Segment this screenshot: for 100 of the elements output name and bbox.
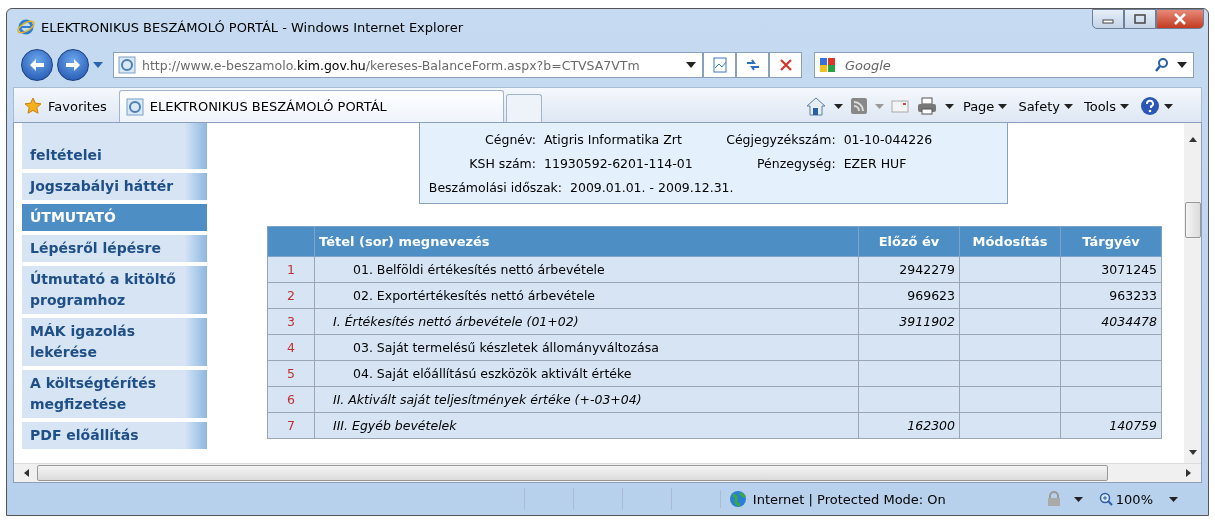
table-cell: 04. Saját előállítású eszközök aktivált értéke (314, 360, 859, 387)
window-title: ELEKTRONIKUS BESZÁMOLÓ PORTÁL - Windows Internet Explorer (41, 19, 464, 35)
header-cell (267, 226, 315, 257)
column-header: Tétel (sor) megnevezés (314, 226, 859, 257)
help-button[interactable] (1138, 96, 1175, 116)
feed-icon[interactable] (849, 97, 868, 115)
maximize-icon (1134, 14, 1146, 24)
row-number: 7 (267, 412, 315, 439)
back-button[interactable] (21, 49, 53, 81)
sidebar-link[interactable]: feltételei (22, 123, 207, 169)
field-label: Cégjegyzékszám: (725, 131, 837, 147)
forward-button[interactable] (57, 49, 89, 81)
home-icon[interactable] (804, 96, 827, 116)
star-icon (24, 97, 42, 115)
page-icon (118, 56, 136, 74)
scroll-down-icon[interactable] (1188, 450, 1197, 455)
menu-button[interactable]: Page (960, 98, 1010, 114)
caret-icon[interactable] (1073, 496, 1083, 502)
column-header: Előző év (858, 226, 960, 257)
close-icon (1173, 13, 1187, 25)
menu-button[interactable]: Safety (1016, 98, 1075, 114)
field-label: Pénzegység: (756, 155, 837, 171)
menu-button[interactable]: Tools (1081, 98, 1131, 114)
field-value: Atigris Informatika Zrt (544, 131, 683, 147)
caret-icon[interactable] (944, 103, 954, 109)
scroll-thumb[interactable] (1184, 202, 1201, 238)
stop-button[interactable] (769, 52, 802, 78)
caret-icon[interactable] (1169, 496, 1178, 502)
refresh-icon (744, 57, 761, 73)
broken-page-icon (711, 57, 728, 73)
printer-icon[interactable] (915, 96, 938, 116)
table-cell: 01. Belföldi értékesítés nettó árbevétele (314, 256, 859, 283)
caret-icon (998, 103, 1008, 109)
horizontal-scrollbar[interactable] (14, 463, 1201, 482)
forward-arrow-icon (63, 57, 83, 73)
search-icon[interactable] (1154, 57, 1170, 73)
table-cell: 162300 (858, 412, 960, 439)
row-number: 5 (267, 360, 315, 387)
zoom-button[interactable]: 100% (1092, 490, 1159, 508)
sidebar-link[interactable]: Jogszabályi háttér (22, 173, 207, 200)
table-cell: 4034478 (1060, 308, 1162, 335)
table-cell: I. Értékesítés nettó árbevétele (01+02) (314, 308, 859, 335)
table-cell: 2942279 (858, 256, 960, 283)
caret-icon[interactable] (686, 62, 696, 68)
scroll-right-icon[interactable] (1186, 469, 1191, 477)
security-zone-text: Internet | Protected Mode: On (752, 491, 946, 507)
sidebar-link[interactable]: Útmutató a kitöltő programhoz (22, 266, 207, 314)
maximize-button[interactable] (1124, 9, 1156, 29)
row-number: 6 (267, 386, 315, 413)
caret-icon[interactable] (833, 103, 843, 109)
table-cell: 02. Exportértékesítés nettó árbevétele (314, 282, 859, 309)
table-cell: 140759 (1060, 412, 1162, 439)
vertical-scrollbar[interactable] (1184, 123, 1201, 463)
column-header: Tárgyév (1060, 226, 1162, 257)
sidebar-link[interactable]: Lépésről lépésre (22, 235, 207, 262)
scroll-left-icon[interactable] (24, 469, 29, 477)
minimize-button[interactable] (1092, 9, 1124, 29)
row-number: 4 (267, 334, 315, 361)
scroll-up-icon[interactable] (1188, 137, 1197, 142)
table-cell: 3911902 (858, 308, 960, 335)
mail-icon[interactable] (890, 99, 909, 113)
row-number: 2 (267, 282, 315, 309)
row-number: 1 (267, 256, 315, 283)
field-label: Beszámolási időszak: (427, 179, 563, 195)
refresh-button[interactable] (736, 52, 769, 78)
stop-icon (778, 58, 793, 72)
browser-tab[interactable]: ELEKTRONIKUS BESZÁMOLÓ PORTÁL (118, 90, 504, 122)
search-field[interactable]: Google (814, 52, 1194, 78)
browser-logo-icon (17, 18, 35, 36)
field-label: Cégnév: (484, 131, 537, 147)
field-value: EZER HUF (843, 155, 908, 171)
row-number: 3 (267, 308, 315, 335)
caret-icon (1063, 103, 1073, 109)
sidebar-heading[interactable]: ÚTMUTATÓ (22, 204, 207, 231)
sidebar-link[interactable]: A költségtérítés megfizetése (22, 370, 207, 418)
sidebar-link[interactable]: MÁK igazolás lekérése (22, 318, 207, 366)
table-cell: 969623 (858, 282, 960, 309)
field-value: 01-10-044226 (843, 131, 934, 147)
favorites-button[interactable]: Favorites (14, 90, 119, 122)
table-cell: 3071245 (1060, 256, 1162, 283)
help-icon (1140, 96, 1160, 116)
compatibility-button[interactable] (703, 52, 736, 78)
table-cell: 963233 (1060, 282, 1162, 309)
table-cell: 03. Saját termelésű készletek állományváltozása (314, 334, 859, 361)
magnifier-icon (1098, 492, 1113, 506)
scroll-thumb[interactable] (37, 465, 1108, 481)
globe-icon (728, 490, 747, 508)
field-label: KSH szám: (468, 155, 537, 171)
caret-icon (1120, 103, 1129, 109)
table-cell: II. Aktivált saját teljesítmények értéke (+-03+04) (314, 386, 859, 413)
field-value: 2009.01.01. - 2009.12.31. (570, 179, 735, 195)
field-value: 11930592-6201-114-01 (544, 155, 694, 171)
table-cell: III. Egyéb bevételek (314, 412, 859, 439)
close-button[interactable] (1156, 9, 1204, 29)
address-field[interactable]: http://www.e-beszamolo.kim.gov.hu/kereses-BalanceForm.aspx?b=CTVSA7VTm (113, 52, 703, 78)
caret-icon (1164, 103, 1173, 109)
page-icon (125, 97, 144, 116)
column-header: Módosítás (959, 226, 1061, 257)
sidebar-link[interactable]: PDF előállítás (22, 422, 207, 449)
caret-icon[interactable] (1177, 62, 1187, 68)
